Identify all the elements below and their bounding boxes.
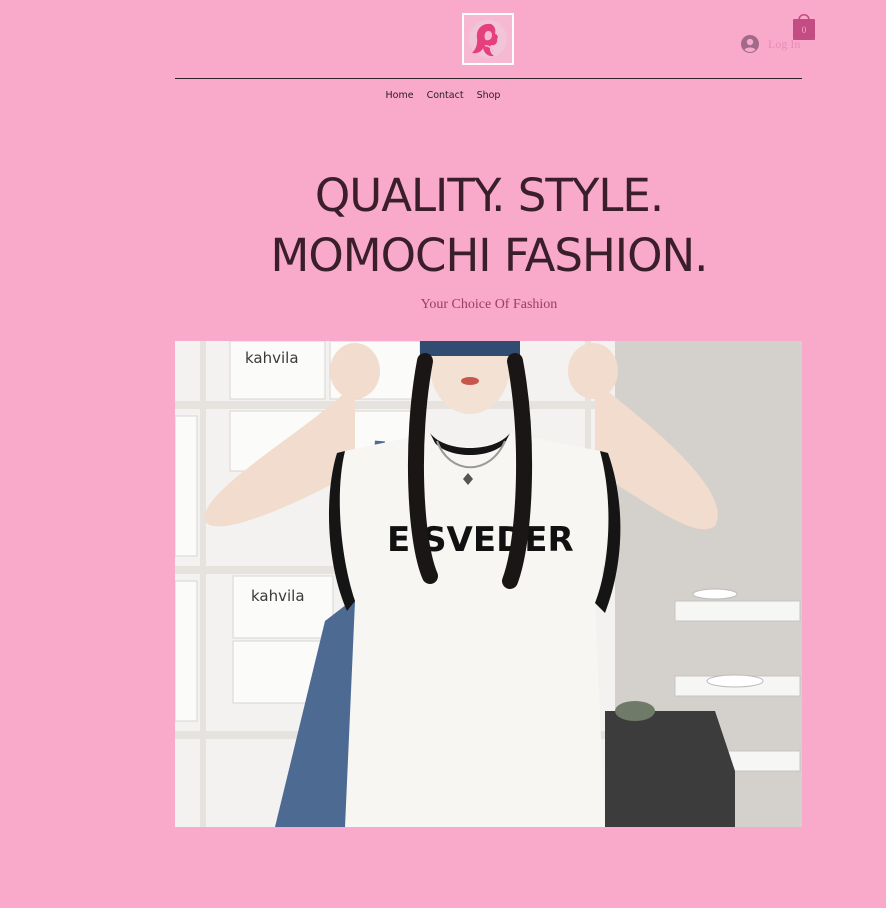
site-logo[interactable] bbox=[462, 13, 514, 65]
shelf-box-label-2: kahvila bbox=[251, 587, 305, 605]
page: Log In 0 Home Contact Shop QUALITY. STYL… bbox=[0, 0, 886, 908]
user-avatar-icon bbox=[741, 35, 759, 53]
hero-headline-line2: MOMOCHI FASHION. bbox=[270, 229, 709, 282]
cart-button[interactable]: 0 bbox=[792, 11, 816, 41]
woman-silhouette-logo-icon bbox=[469, 20, 507, 58]
shelf-box-label: kahvila bbox=[245, 349, 299, 367]
nav-item-shop[interactable]: Shop bbox=[477, 90, 501, 101]
hero-image: kahvila kahvila E SVEDER bbox=[175, 341, 802, 827]
hero-headline: QUALITY. STYLE. MOMOCHI FASHION. bbox=[0, 166, 886, 286]
nav-item-contact[interactable]: Contact bbox=[427, 90, 464, 101]
nav-item-home[interactable]: Home bbox=[386, 90, 414, 101]
hero-photo-model: kahvila kahvila E SVEDER bbox=[175, 341, 802, 827]
hero-headline-line1: QUALITY. STYLE. bbox=[314, 169, 664, 222]
main-nav: Home Contact Shop bbox=[0, 90, 886, 101]
header-divider bbox=[175, 78, 802, 79]
cart-count: 0 bbox=[801, 25, 807, 35]
hero-tagline: Your Choice Of Fashion bbox=[420, 297, 558, 312]
